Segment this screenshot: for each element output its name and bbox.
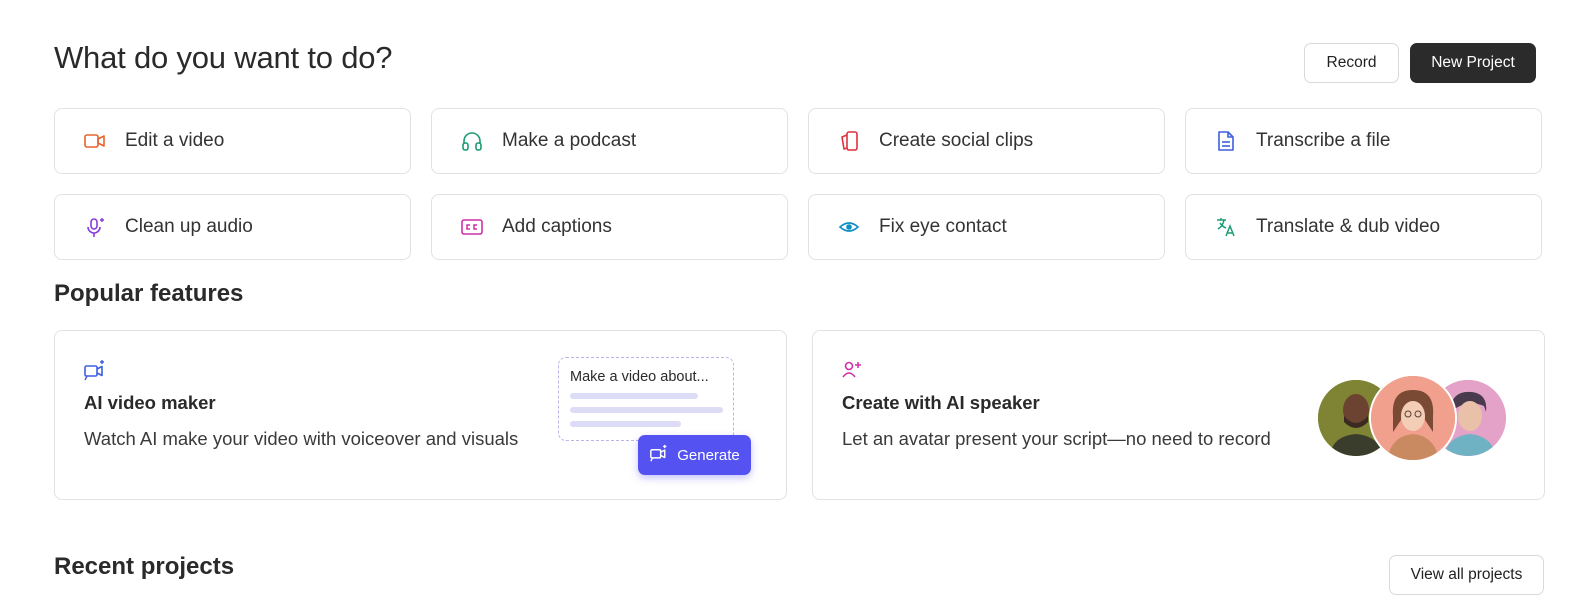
create-social-clips-card[interactable]: Create social clips bbox=[808, 108, 1165, 174]
ai-video-icon bbox=[649, 444, 669, 466]
recent-projects-title: Recent projects bbox=[54, 553, 235, 580]
social-clips-icon bbox=[837, 129, 861, 153]
eye-icon bbox=[837, 215, 861, 239]
generate-label: Generate bbox=[677, 446, 740, 464]
headphones-icon bbox=[460, 129, 484, 153]
action-label: Edit a video bbox=[125, 130, 225, 151]
ai-speaker-card[interactable]: Create with AI speaker Let an avatar pre… bbox=[812, 330, 1545, 500]
add-captions-card[interactable]: Add captions bbox=[431, 194, 788, 260]
prompt-text: Make a video about... bbox=[570, 369, 709, 385]
popular-features-title: Popular features bbox=[54, 280, 244, 307]
video-camera-icon bbox=[83, 129, 107, 153]
transcribe-file-card[interactable]: Transcribe a file bbox=[1185, 108, 1542, 174]
prompt-line bbox=[570, 393, 698, 399]
translate-icon bbox=[1214, 215, 1238, 239]
ai-video-icon bbox=[83, 359, 107, 383]
document-icon bbox=[1214, 129, 1238, 153]
make-podcast-card[interactable]: Make a podcast bbox=[431, 108, 788, 174]
action-label: Clean up audio bbox=[125, 216, 253, 237]
ai-speaker-icon bbox=[841, 359, 865, 383]
record-button[interactable]: Record bbox=[1304, 43, 1399, 83]
edit-video-card[interactable]: Edit a video bbox=[54, 108, 411, 174]
feature-title: Create with AI speaker bbox=[842, 392, 1040, 413]
generate-button[interactable]: Generate bbox=[638, 435, 751, 475]
prompt-illustration: Make a video about... bbox=[558, 357, 734, 441]
microphone-sparkle-icon bbox=[83, 215, 107, 239]
new-project-button[interactable]: New Project bbox=[1410, 43, 1536, 83]
prompt-line bbox=[570, 407, 723, 413]
view-all-projects-button[interactable]: View all projects bbox=[1389, 555, 1544, 595]
header-actions: Record New Project bbox=[1304, 43, 1536, 83]
action-grid: Edit a video Make a podcast Create socia… bbox=[54, 108, 1542, 260]
captions-icon bbox=[460, 215, 484, 239]
translate-dub-card[interactable]: Translate & dub video bbox=[1185, 194, 1542, 260]
clean-up-audio-card[interactable]: Clean up audio bbox=[54, 194, 411, 260]
action-label: Transcribe a file bbox=[1256, 130, 1391, 151]
action-label: Add captions bbox=[502, 216, 612, 237]
ai-video-maker-card[interactable]: AI video maker Watch AI make your video … bbox=[54, 330, 787, 500]
page-title: What do you want to do? bbox=[54, 40, 393, 75]
action-label: Fix eye contact bbox=[879, 216, 1007, 237]
action-label: Translate & dub video bbox=[1256, 216, 1441, 237]
prompt-line bbox=[570, 421, 681, 427]
page: What do you want to do? Record New Proje… bbox=[0, 0, 1584, 608]
feature-description: Let an avatar present your script—no nee… bbox=[842, 428, 1271, 449]
feature-description: Watch AI make your video with voiceover … bbox=[84, 428, 519, 449]
fix-eye-contact-card[interactable]: Fix eye contact bbox=[808, 194, 1165, 260]
action-label: Make a podcast bbox=[502, 130, 637, 151]
action-label: Create social clips bbox=[879, 130, 1034, 151]
feature-title: AI video maker bbox=[84, 392, 216, 413]
avatar bbox=[1369, 374, 1457, 462]
